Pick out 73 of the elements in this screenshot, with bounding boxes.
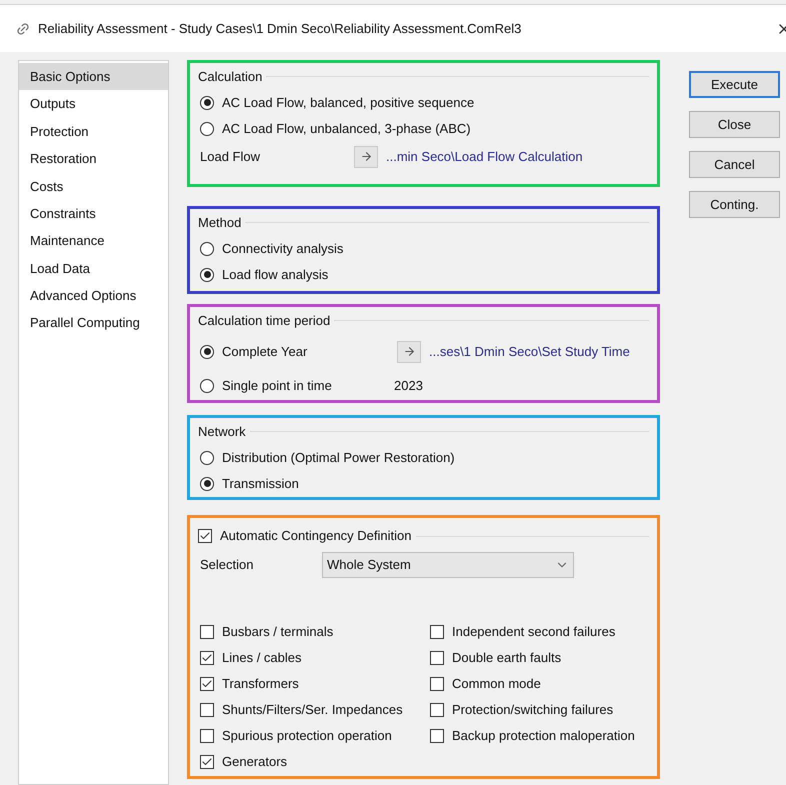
field-label: Load Flow — [200, 148, 261, 166]
checkbox[interactable] — [430, 677, 444, 691]
sidebar-item[interactable]: Load Data — [19, 254, 168, 282]
checkbox[interactable] — [430, 703, 444, 717]
radio-label: Distribution (Optimal Power Restoration) — [222, 448, 455, 467]
checkbox[interactable] — [200, 755, 214, 769]
radio-button[interactable] — [200, 96, 214, 110]
sidebar-item[interactable]: Costs — [19, 172, 168, 200]
checkbox[interactable] — [200, 625, 214, 639]
checkbox[interactable] — [200, 677, 214, 691]
checkbox-label: Protection/switching failures — [452, 701, 614, 720]
radio-button[interactable] — [200, 268, 214, 282]
select-button[interactable] — [354, 146, 378, 168]
checkbox-label: Generators — [222, 753, 288, 772]
group-title: Method — [198, 214, 242, 232]
checkbox[interactable] — [430, 651, 444, 665]
dialog-button[interactable]: Execute — [689, 71, 780, 98]
dialog-button[interactable]: Cancel — [689, 151, 780, 178]
sidebar-item[interactable]: Protection — [19, 118, 168, 146]
checkbox-label: Transformers — [222, 675, 299, 694]
radio-label: AC Load Flow, balanced, positive sequence — [222, 94, 474, 112]
object-link[interactable]: ...ses\1 Dmin Seco\Set Study Time — [429, 342, 630, 362]
checkbox-label: Independent second failures — [452, 623, 616, 642]
checkbox[interactable] — [200, 651, 214, 665]
sidebar-item[interactable]: Parallel Computing — [19, 310, 168, 337]
radio-button[interactable] — [200, 450, 214, 464]
arrow-right-icon — [360, 150, 372, 163]
checkbox-label: Lines / cables — [222, 649, 302, 668]
window-title: Reliability Assessment - Study Cases\1 Dmin Seco\Reliability Assessment.ComRel3 — [38, 20, 522, 38]
checkbox-label: Backup protection maloperation — [452, 727, 635, 746]
radio-button[interactable] — [200, 242, 214, 256]
radio-label: Complete Year — [222, 342, 308, 361]
select-button[interactable] — [397, 340, 421, 362]
check-icon — [201, 678, 213, 690]
group-title: Calculation — [198, 68, 262, 86]
time-value: 2023 — [394, 376, 423, 395]
checkbox[interactable] — [200, 703, 214, 717]
sidebar-item[interactable]: Advanced Options — [19, 282, 168, 310]
sidebar-item[interactable]: Outputs — [19, 90, 168, 118]
sidebar-item[interactable]: Maintenance — [19, 227, 168, 255]
checkbox-label: Common mode — [452, 675, 541, 694]
checkbox-label: Busbars / terminals — [222, 623, 334, 642]
checkbox-label: Double earth faults — [452, 649, 562, 668]
checkbox-label: Spurious protection operation — [222, 727, 392, 746]
selection-dropdown[interactable]: Whole System — [322, 552, 574, 578]
sidebar-item[interactable]: Constraints — [19, 200, 168, 228]
checkbox-label: Automatic Contingency Definition — [220, 527, 412, 546]
group-title: Calculation time period — [198, 312, 330, 330]
checkbox[interactable] — [198, 529, 212, 543]
check-icon — [201, 756, 213, 768]
radio-button[interactable] — [200, 476, 214, 490]
sidebar-item[interactable]: Restoration — [19, 145, 168, 173]
sidebar-item[interactable]: Basic Options — [19, 63, 168, 90]
checkbox-label: Shunts/Filters/Ser. Impedances — [222, 701, 403, 720]
dialog-button[interactable]: Close — [689, 111, 780, 138]
checkbox[interactable] — [200, 729, 214, 743]
checkbox[interactable] — [430, 729, 444, 743]
arrow-right-icon — [402, 345, 416, 358]
dialog-button[interactable]: Conting. — [689, 191, 780, 218]
radio-label: Load flow analysis — [222, 266, 328, 284]
group-title: Network — [198, 423, 246, 441]
check-icon — [201, 652, 213, 664]
check-icon — [199, 530, 211, 542]
checkbox[interactable] — [430, 625, 444, 639]
radio-button[interactable] — [200, 378, 214, 392]
radio-button[interactable] — [200, 122, 214, 136]
radio-label: Single point in time — [222, 376, 332, 395]
object-link[interactable]: ...min Seco\Load Flow Calculation — [386, 146, 583, 166]
radio-label: Transmission — [222, 474, 299, 493]
radio-label: Connectivity analysis — [222, 240, 344, 258]
field-label: Selection — [200, 556, 254, 574]
radio-button[interactable] — [200, 344, 214, 358]
radio-label: AC Load Flow, unbalanced, 3-phase (ABC) — [222, 120, 471, 138]
